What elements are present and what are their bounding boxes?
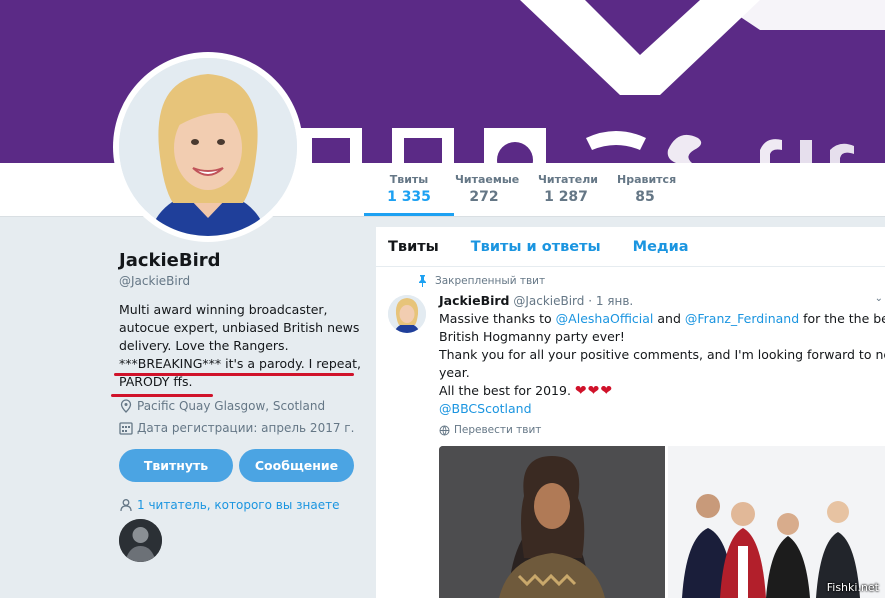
watermark: Fishki.net — [826, 581, 879, 594]
mention-link[interactable]: @AleshaOfficial — [556, 311, 654, 326]
timeline: Твиты Твиты и ответы Медиа Закрепленный … — [376, 227, 885, 598]
pin-icon — [419, 275, 426, 287]
tweet-media[interactable] — [439, 446, 885, 598]
known-follower-image — [119, 519, 162, 562]
bio-line: Multi award winning broadcaster, — [119, 302, 328, 317]
message-button[interactable]: Сообщение — [239, 449, 354, 482]
stat-label: Нравится — [617, 173, 677, 186]
profile-name: JackieBird — [119, 250, 221, 271]
followers-you-know-text: 1 читатель, которого вы знаете — [137, 498, 340, 512]
hearts-emoji: ❤❤❤ — [574, 383, 614, 399]
stat-tweets[interactable]: Твиты 1 335 — [364, 173, 454, 216]
tab-media[interactable]: Медиа — [633, 239, 689, 255]
location-pin-icon — [120, 399, 132, 413]
stat-likes[interactable]: Нравится 85 — [617, 173, 677, 205]
tab-tweets[interactable]: Твиты — [388, 239, 439, 255]
profile-avatar-frame — [113, 52, 303, 242]
calendar-icon — [119, 422, 133, 435]
profile-avatar[interactable] — [119, 58, 297, 236]
pinned-tweet: JackieBird @JackieBird · 1 янв. Massive … — [439, 293, 885, 436]
known-follower-avatar[interactable] — [119, 519, 162, 562]
stat-label: Читаемые — [455, 173, 520, 186]
text-fragment: Massive thanks to — [439, 311, 556, 326]
profile-bio: Multi award winning broadcaster, autocue… — [119, 301, 362, 391]
tweet-to-button[interactable]: Твитнуть — [119, 449, 233, 482]
timeline-tabs: Твиты Твиты и ответы Медиа — [376, 227, 885, 267]
stat-value: 272 — [469, 189, 499, 205]
profile-location: Pacific Quay Glasgow, Scotland — [119, 399, 359, 413]
profile-joined: Дата регистрации: апрель 2017 г. — [119, 421, 359, 435]
text-fragment: and — [653, 311, 685, 326]
tweet-avatar[interactable] — [388, 295, 426, 333]
stat-label: Читатели — [538, 173, 598, 186]
translate-text: Перевести твит — [454, 424, 542, 436]
photo-woman — [439, 446, 665, 598]
tweet-author-name[interactable]: JackieBird — [439, 293, 510, 308]
mention-link[interactable]: @Franz_Ferdinand — [685, 311, 799, 326]
followers-you-know[interactable]: 1 читатель, которого вы знаете — [119, 498, 359, 512]
media-photo-right[interactable] — [668, 446, 885, 598]
tweet-line: British Hogmanny party ever! — [439, 329, 625, 344]
stat-value: 1 335 — [387, 189, 431, 205]
annotation-underline — [111, 394, 213, 397]
stat-label: Твиты — [389, 173, 429, 186]
text-fragment: All the best for 2019. — [439, 383, 571, 398]
avatar-portrait — [119, 58, 297, 236]
profile-handle[interactable]: @JackieBird — [119, 274, 359, 288]
tweet-avatar-image — [388, 295, 426, 333]
tweet-header: JackieBird @JackieBird · 1 янв. — [439, 293, 879, 308]
mention-link[interactable]: @BBCScotland — [439, 400, 879, 418]
tweet-text: Massive thanks to @AleshaOfficial and @F… — [439, 310, 885, 418]
annotation-underline — [114, 373, 354, 376]
globe-icon — [439, 425, 450, 435]
bio-line: autocue expert, unbiased British news — [119, 320, 360, 335]
tweet-line: Thank you for all your positive comments… — [439, 347, 885, 362]
bio-line: delivery. Love the Rangers. — [119, 338, 289, 353]
text-fragment: for the the best — [803, 311, 885, 326]
profile-card: JackieBird @JackieBird Multi award winni… — [119, 250, 362, 562]
profile-actions: Твитнуть Сообщение — [119, 449, 359, 482]
bio-line: ***BREAKING*** it's a parody. I repeat, — [119, 356, 362, 371]
translate-tweet[interactable]: Перевести твит — [439, 424, 879, 436]
person-icon — [120, 499, 132, 512]
tweet-line: year. — [439, 365, 470, 380]
tweet-line: All the best for 2019. ❤❤❤ — [439, 382, 879, 400]
tab-tweets-replies[interactable]: Твиты и ответы — [471, 239, 601, 255]
stat-followers[interactable]: Читатели 1 287 — [538, 173, 598, 205]
tweet-author-handle[interactable]: @JackieBird — [513, 294, 584, 308]
photo-band — [668, 446, 885, 598]
location-text: Pacific Quay Glasgow, Scotland — [137, 399, 326, 413]
joined-text: Дата регистрации: апрель 2017 г. — [137, 421, 355, 435]
pinned-label: Закрепленный твит — [418, 275, 545, 287]
stat-following[interactable]: Читаемые 272 — [455, 173, 520, 205]
media-photo-left[interactable] — [439, 446, 665, 598]
tweet-line: Massive thanks to @AleshaOfficial and @F… — [439, 310, 885, 328]
tweet-date[interactable]: · 1 янв. — [588, 294, 633, 308]
pinned-text: Закрепленный твит — [435, 275, 546, 287]
stat-value: 85 — [635, 189, 655, 205]
stat-value: 1 287 — [544, 189, 588, 205]
